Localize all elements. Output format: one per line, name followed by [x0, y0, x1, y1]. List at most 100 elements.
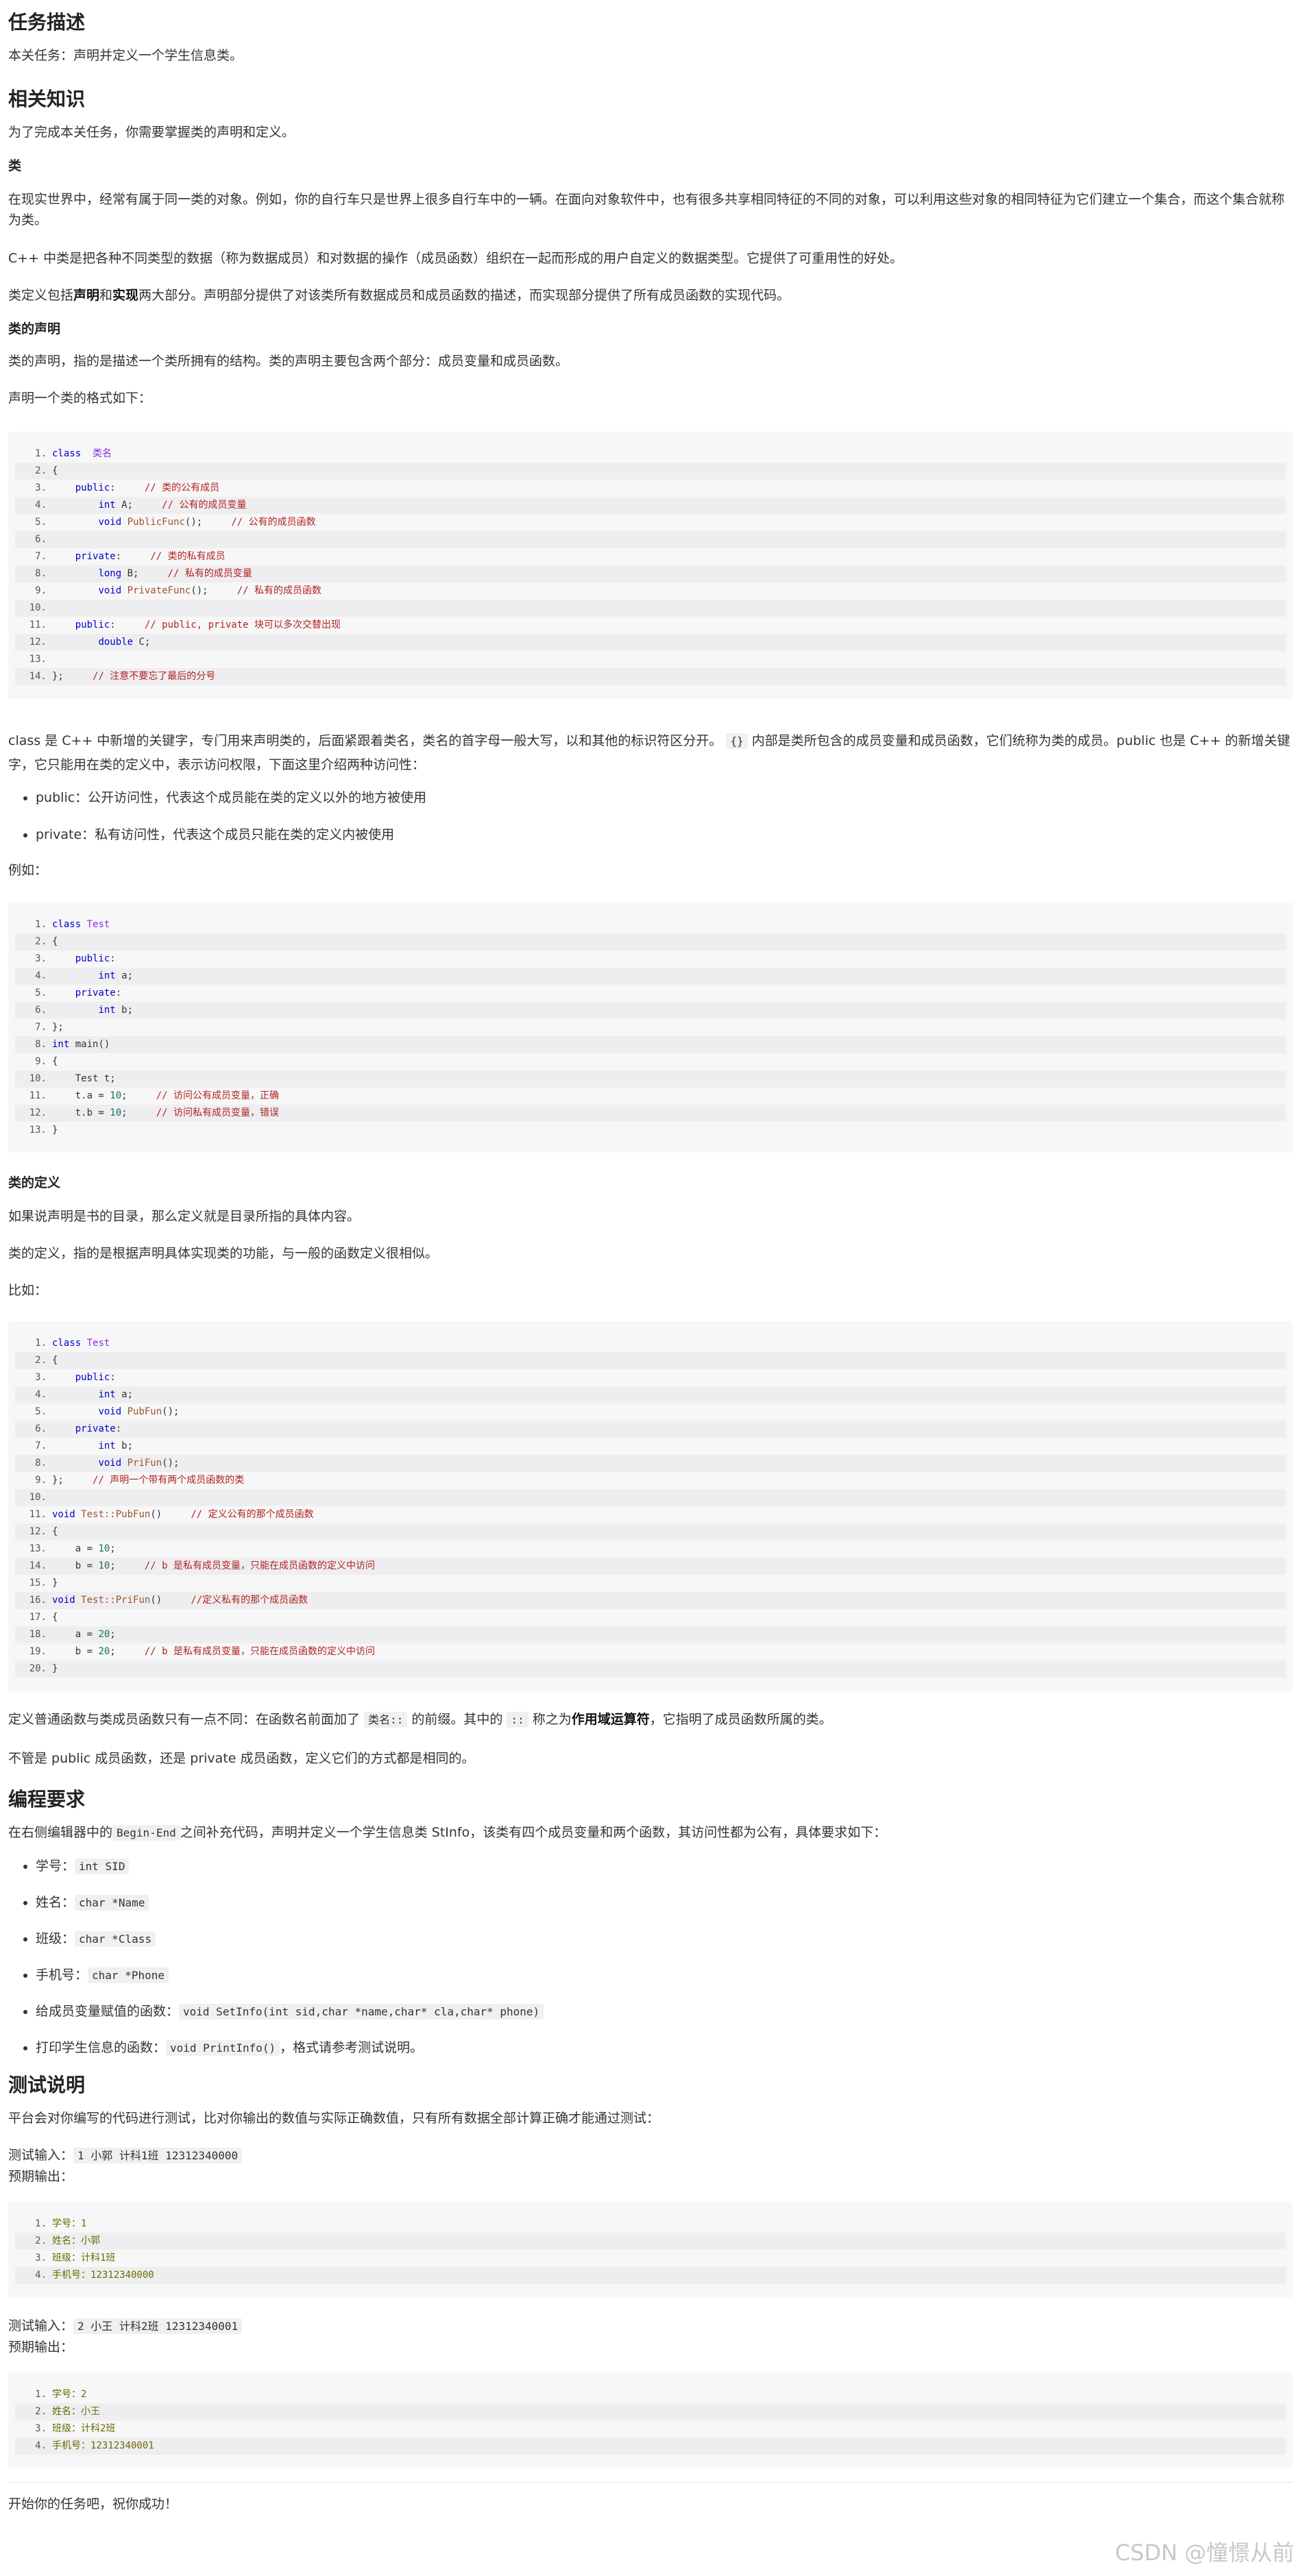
code-token: // 私有的成员函数 — [236, 585, 322, 596]
example-label: 例如： — [8, 863, 48, 878]
line-number: 10. — [29, 602, 47, 613]
requirement-item: 打印学生信息的函数：void PrintInfo()，格式请参考测试说明。 — [36, 2037, 1293, 2059]
code-token: : — [115, 988, 122, 998]
code-token: int — [98, 1005, 116, 1016]
line-number: 9. — [35, 1475, 47, 1486]
code-token: // 公有的成员函数 — [231, 517, 316, 528]
code-token: private — [75, 988, 116, 998]
code-token: long — [98, 568, 122, 579]
code-line: 7.}; — [15, 1019, 1286, 1036]
code-token: public — [75, 482, 110, 493]
line-number: 7. — [35, 1440, 47, 1451]
line-number: 6. — [35, 1423, 47, 1434]
output-line: 3. 班级：计科1班 — [15, 2250, 1286, 2267]
code-token: // b 是私有成员变量，只能在成员函数的定义中访问 — [144, 1560, 376, 1571]
line-number: 1. — [35, 448, 47, 459]
requirement-label: 打印学生信息的函数： — [36, 2040, 167, 2055]
code-token: Test::PriFun — [81, 1595, 151, 1606]
code-token: 20 — [98, 1629, 110, 1640]
inline-code-braces: {} — [726, 733, 748, 749]
line-number: 3. — [35, 482, 47, 493]
output-text: 手机号：12312340000 — [52, 2270, 154, 2281]
code-line: 4. int a; — [15, 968, 1286, 985]
requirement-code: char *Class — [75, 1931, 156, 1947]
code-token: t.b = — [52, 1107, 110, 1118]
code-token: } — [52, 1125, 58, 1136]
code-token: a; — [115, 1389, 134, 1400]
code-line: 1. class Test — [15, 916, 1286, 933]
code-token: public — [75, 620, 110, 630]
code-token: double — [98, 637, 134, 648]
code-line: 10. Test t; — [15, 1070, 1286, 1088]
requirement-label: 给成员变量赋值的函数： — [36, 2004, 180, 2019]
code-token: C; — [133, 637, 151, 648]
code-token: void — [98, 1458, 122, 1469]
code-line: 1. class 类名 — [15, 445, 1286, 463]
code-token: // b 是私有成员变量，只能在成员函数的定义中访问 — [144, 1646, 376, 1657]
line-number: 1. — [35, 2218, 47, 2229]
code-token: 10 — [98, 1560, 110, 1571]
code-line: 12. double C; — [15, 634, 1286, 651]
test2-output-label: 预期输出： — [8, 2340, 74, 2355]
bold-scope-operator: 作用域运算符 — [571, 1712, 650, 1727]
line-number: 4. — [35, 1389, 47, 1400]
line-number: 4. — [35, 2440, 47, 2451]
document: 任务描述 本关任务：声明并定义一个学生信息类。 相关知识 为了完成本关任务，你需… — [8, 0, 1293, 2514]
line-number: 2. — [35, 1355, 47, 1366]
line-number: 19. — [29, 1646, 47, 1657]
line-number: 8. — [35, 568, 47, 579]
heading-definition: 类的定义 — [8, 1175, 61, 1190]
code-line: 5. private: — [15, 985, 1286, 1002]
line-number: 12. — [29, 1526, 47, 1537]
code-token: { — [52, 1612, 58, 1623]
code-token: // 私有的成员变量 — [167, 568, 252, 579]
code-token: b = — [52, 1560, 99, 1571]
code-token: : — [110, 482, 145, 493]
code-line: 6. — [15, 531, 1286, 548]
line-number: 20. — [29, 1663, 47, 1674]
line-number: 7. — [35, 551, 47, 562]
line-number: 12. — [29, 637, 47, 648]
code-token: (); — [191, 585, 237, 596]
code-line: 14. b = 10; // b 是私有成员变量，只能在成员函数的定义中访问 — [15, 1558, 1286, 1575]
code-block-definition: 1. class Test 2.{3. public:4. int a; 5. voi… — [8, 1321, 1293, 1691]
code-line: 13.} — [15, 1122, 1286, 1139]
code-token: public — [75, 953, 110, 964]
heading-test: 测试说明 — [8, 2074, 86, 2096]
line-number: 9. — [35, 1056, 47, 1067]
code-line: 6. private: — [15, 1421, 1286, 1438]
code-line: 6. int b; — [15, 1002, 1286, 1019]
requirement-label: 手机号： — [36, 1967, 88, 1983]
code-line: 7. private: // 类的私有成员 — [15, 548, 1286, 565]
access-list: public：公开访问性，代表这个成员能在类的定义以外的地方被使用 privat… — [8, 787, 1293, 845]
output-line: 2. 姓名：小郭 — [15, 2233, 1286, 2250]
test2-input: 测试输入： 2 小王 计科2班 12312340001 — [8, 2316, 1293, 2337]
code-line: 18. a = 20; — [15, 1626, 1286, 1643]
code-token: 类名 — [93, 448, 112, 459]
requirement-item: 班级：char *Class — [36, 1928, 1293, 1950]
req-para: 在右侧编辑器中的 Begin-End 之间补充代码，声明并定义一个学生信息类 StI… — [8, 1825, 887, 1841]
code-token: 10 — [98, 1543, 110, 1554]
line-number: 17. — [29, 1612, 47, 1623]
line-number: 5. — [35, 1406, 47, 1417]
code-token: }; — [52, 671, 93, 682]
code-line: 4. int a; — [15, 1386, 1286, 1403]
requirement-code: void SetInfo(int sid,char *name,char* cl… — [179, 2004, 544, 2020]
requirement-code: char *Name — [75, 1895, 149, 1911]
class-para-3: 类定义包括声明和实现两大部分。声明部分提供了对该类所有数据成员和成员函数的描述，… — [8, 288, 790, 303]
heading-knowledge: 相关知识 — [8, 88, 86, 110]
code-token: b = — [52, 1646, 99, 1657]
line-number: 13. — [29, 1543, 47, 1554]
code-token: // 访问公有成员变量，正确 — [156, 1090, 280, 1101]
code-token: ; — [110, 1629, 116, 1640]
